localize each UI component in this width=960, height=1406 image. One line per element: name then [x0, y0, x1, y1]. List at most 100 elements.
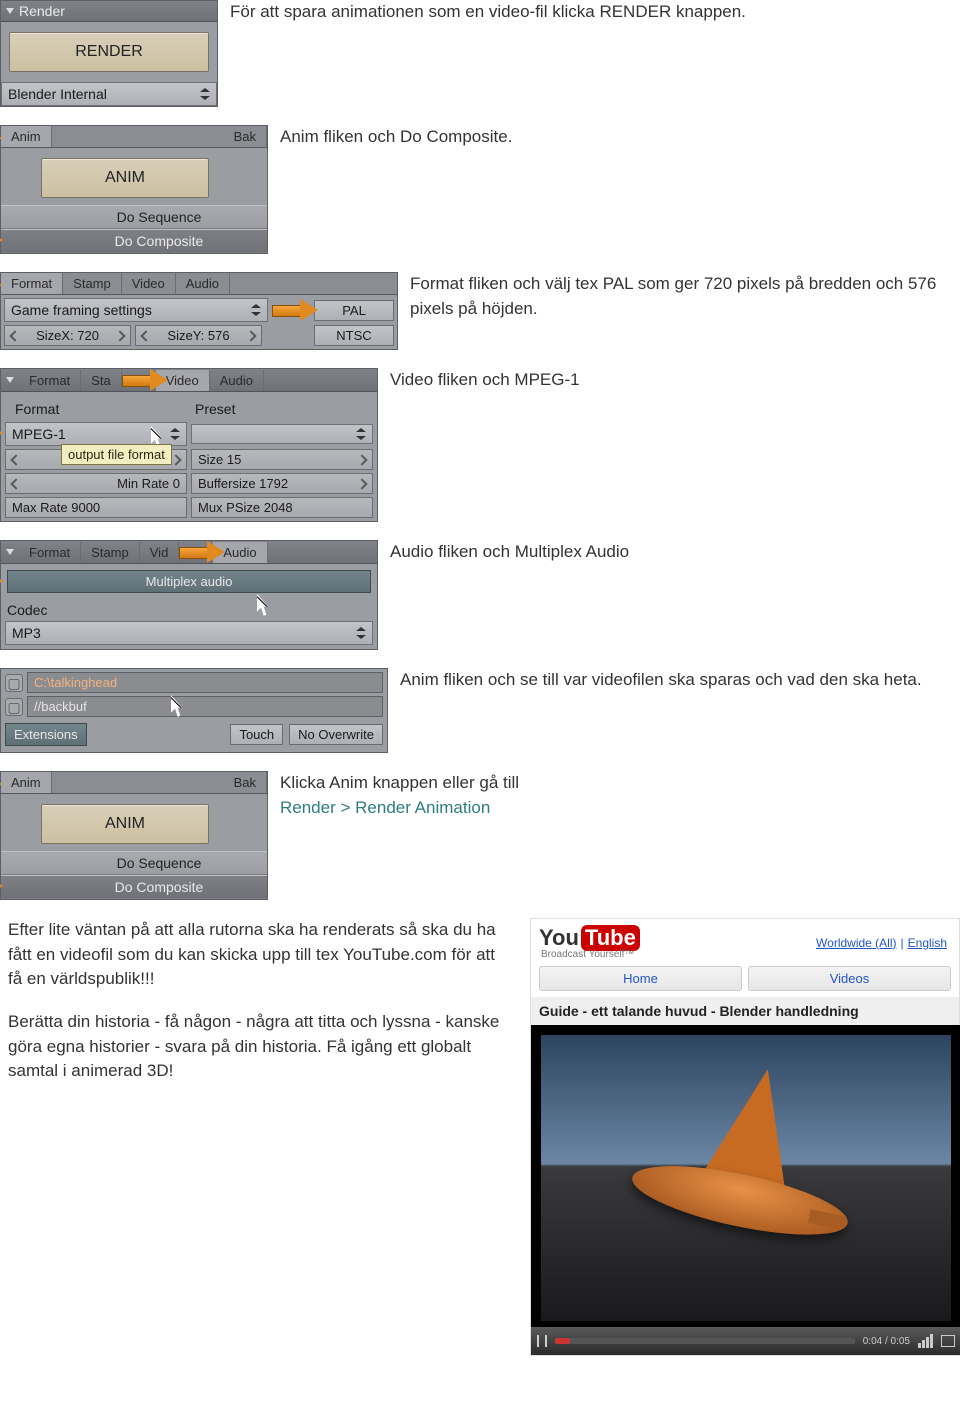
caption-anim: Anim fliken och Do Composite.	[268, 125, 520, 150]
fullscreen-icon[interactable]	[941, 1335, 955, 1347]
collapse-icon[interactable]	[6, 377, 14, 383]
mpeg-value: MPEG-1	[12, 426, 66, 442]
render-button[interactable]: RENDER	[9, 32, 209, 72]
youtube-logo-tube: Tube	[581, 925, 640, 951]
arrow-multiplex	[0, 570, 7, 592]
tab-bak2[interactable]: Bak	[224, 772, 267, 793]
arrow-pal	[272, 299, 312, 321]
anim-panel: Anim Bak ANIM Do Sequence Do Composite	[0, 125, 268, 254]
buffer-field[interactable]: Buffersize 1792	[191, 473, 373, 494]
tab-bak[interactable]: Bak	[224, 126, 267, 147]
closing-para-2: Berätta din historia - få någon - några …	[8, 1010, 502, 1084]
yt-controls: 0:04 / 0:05	[531, 1327, 960, 1355]
left-arrow-icon	[10, 478, 21, 489]
minrate-field[interactable]: Min Rate 0	[5, 473, 187, 494]
caption-path: Anim fliken och se till var videofilen s…	[388, 668, 930, 693]
buffer-value: Buffersize 1792	[198, 476, 288, 491]
folder-icon[interactable]: ▢	[5, 698, 23, 716]
tab-format[interactable]: Format	[1, 273, 63, 294]
yt-scene	[541, 1035, 951, 1321]
game-framing-label: Game framing settings	[11, 302, 152, 318]
output-path-panel: ▢ C:\talkinghead ▢ //backbuf Extensions …	[0, 668, 388, 753]
pause-icon[interactable]	[537, 1335, 547, 1347]
progress-bar[interactable]	[555, 1338, 855, 1344]
link-english[interactable]: English	[908, 936, 947, 950]
render-engine-value: Blender Internal	[8, 86, 107, 102]
output-path-2[interactable]: //backbuf	[27, 696, 383, 717]
audio-panel: Format Stamp Vid Audio Multiplex audio C…	[0, 540, 378, 650]
format-panel: Format Stamp Video Audio Game framing se…	[0, 272, 398, 350]
video-panel: Format Sta Video Audio Format Preset MPE…	[0, 368, 378, 522]
render-engine-select[interactable]: Blender Internal	[1, 82, 217, 106]
tab-anim[interactable]: Anim	[1, 126, 52, 147]
render-panel-header: Render	[1, 1, 217, 22]
yt-player[interactable]: 0:04 / 0:05	[531, 1025, 960, 1355]
do-sequence-2[interactable]: Do Sequence	[1, 851, 267, 875]
caption-format: Format fliken och välj tex PAL som ger 7…	[398, 272, 960, 321]
preset-select[interactable]	[191, 424, 373, 444]
gop-field[interactable]: Size 15	[191, 449, 373, 470]
tab-vid3[interactable]: Vid	[140, 542, 180, 563]
tab-format2[interactable]: Format	[19, 370, 81, 391]
tab-audio[interactable]: Audio	[176, 273, 230, 294]
sizey-field[interactable]: SizeY: 576	[135, 325, 262, 346]
output-path-1[interactable]: C:\talkinghead	[27, 672, 383, 693]
folder-icon[interactable]: ▢	[5, 674, 23, 692]
tab-format3[interactable]: Format	[19, 542, 81, 563]
updown-icon	[356, 428, 366, 440]
youtube-logo[interactable]: YouTube	[539, 925, 640, 951]
updown-icon	[200, 88, 210, 100]
left-arrow-icon	[140, 330, 151, 341]
tab-stamp3[interactable]: Stamp	[81, 542, 140, 563]
tab-stamp[interactable]: Stamp	[63, 273, 122, 294]
pal-button[interactable]: PAL	[314, 300, 394, 321]
volume-icon[interactable]	[918, 1334, 933, 1348]
tab-stamp2[interactable]: Sta	[81, 370, 122, 391]
arrow-audio	[179, 541, 219, 563]
touch-button[interactable]: Touch	[230, 724, 283, 745]
game-framing-select[interactable]: Game framing settings	[4, 298, 268, 322]
mpeg-select[interactable]: MPEG-1	[5, 422, 187, 446]
link-worldwide[interactable]: Worldwide (All)	[816, 936, 896, 950]
right-arrow-icon	[245, 330, 256, 341]
anim-button-2[interactable]: ANIM	[41, 804, 209, 844]
tab-anim2[interactable]: Anim	[1, 772, 52, 793]
mux-field[interactable]: Mux PSize 2048	[191, 497, 373, 518]
no-overwrite-button[interactable]: No Overwrite	[289, 724, 383, 745]
do-sequence-button[interactable]: Do Sequence	[1, 205, 267, 229]
maxrate-field[interactable]: Max Rate 9000	[5, 497, 187, 518]
format-label: Format	[9, 398, 189, 420]
multiplex-button[interactable]: Multiplex audio	[7, 570, 371, 593]
closing-text: Efter lite väntan på att alla rutorna sk…	[0, 918, 510, 1102]
sizex-value: SizeX: 720	[36, 328, 99, 343]
arrow-format	[0, 274, 6, 296]
yt-tab-videos[interactable]: Videos	[748, 966, 951, 991]
tab-video[interactable]: Video	[122, 273, 176, 294]
youtube-slogan: Broadcast Yourself™	[541, 949, 640, 960]
ntsc-button[interactable]: NTSC	[314, 325, 394, 346]
minrate-value: Min Rate 0	[117, 476, 180, 491]
sizex-field[interactable]: SizeX: 720	[4, 325, 131, 346]
sizey-value: SizeY: 576	[167, 328, 229, 343]
tooltip-output-format: output file format	[61, 444, 172, 465]
youtube-mock: YouTube Broadcast Yourself™ Worldwide (A…	[530, 918, 960, 1356]
timestamp: 0:04 / 0:05	[863, 1336, 910, 1347]
yt-tab-home[interactable]: Home	[539, 966, 742, 991]
render-panel: Render RENDER Blender Internal	[0, 0, 218, 107]
mp3-select[interactable]: MP3	[5, 621, 373, 645]
anim-button[interactable]: ANIM	[41, 158, 209, 198]
right-arrow-icon	[356, 478, 367, 489]
caption-anim2-b: Render > Render Animation	[280, 798, 490, 817]
do-composite-2[interactable]: Do Composite	[1, 875, 267, 899]
youtube-links: Worldwide (All)|English	[812, 936, 951, 950]
anim-panel-2: Anim Bak ANIM Do Sequence Do Composite	[0, 771, 268, 900]
extensions-button[interactable]: Extensions	[5, 723, 87, 746]
arrow-docomposite-2	[0, 875, 7, 897]
collapse-icon[interactable]	[6, 549, 14, 555]
tab-audio2[interactable]: Audio	[210, 370, 264, 391]
do-composite-button[interactable]: Do Composite	[1, 229, 267, 253]
left-arrow-icon	[10, 454, 21, 465]
updown-icon	[251, 304, 261, 316]
collapse-icon[interactable]	[6, 8, 14, 14]
right-arrow-icon	[170, 454, 181, 465]
